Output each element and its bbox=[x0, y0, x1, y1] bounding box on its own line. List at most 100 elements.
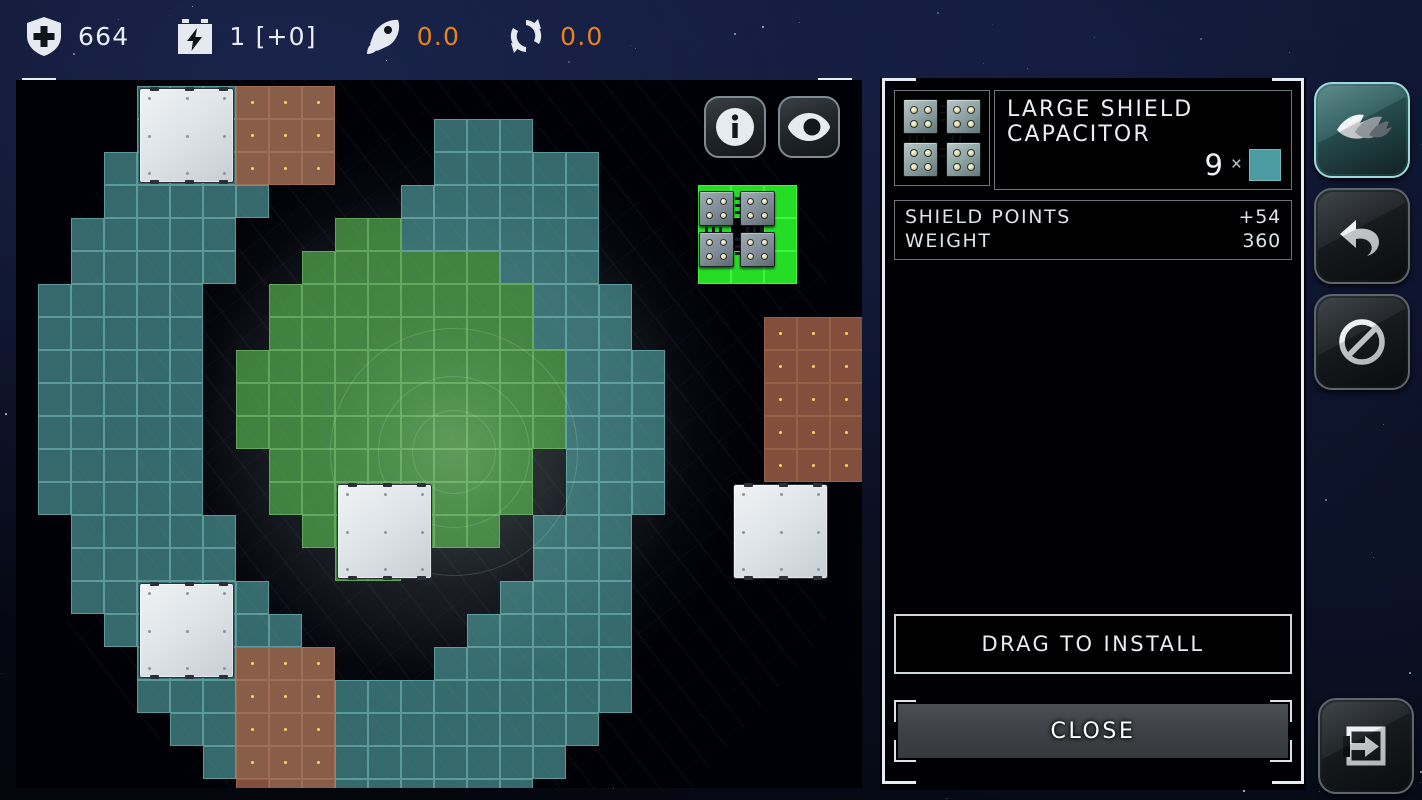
grid-cell[interactable] bbox=[467, 746, 500, 779]
grid-cell[interactable] bbox=[170, 218, 203, 251]
grid-cell[interactable] bbox=[104, 152, 137, 185]
grid-cell[interactable] bbox=[533, 713, 566, 746]
grid-cell[interactable] bbox=[830, 317, 862, 350]
armor-plate-module[interactable] bbox=[139, 582, 234, 679]
grid-cell[interactable] bbox=[500, 152, 533, 185]
info-button[interactable] bbox=[704, 96, 766, 158]
grid-cell[interactable] bbox=[170, 251, 203, 284]
grid-cell[interactable] bbox=[434, 449, 467, 482]
grid-cell[interactable] bbox=[104, 350, 137, 383]
grid-cell[interactable] bbox=[38, 350, 71, 383]
grid-cell[interactable] bbox=[302, 779, 335, 788]
grid-cell[interactable] bbox=[137, 284, 170, 317]
grid-cell[interactable] bbox=[170, 416, 203, 449]
grid-cell[interactable] bbox=[566, 350, 599, 383]
grid-cell[interactable] bbox=[599, 515, 632, 548]
grid-cell[interactable] bbox=[269, 317, 302, 350]
grid-cell[interactable] bbox=[236, 746, 269, 779]
grid-cell[interactable] bbox=[269, 416, 302, 449]
grid-cell[interactable] bbox=[533, 284, 566, 317]
grid-cell[interactable] bbox=[269, 86, 302, 119]
grid-cell[interactable] bbox=[368, 416, 401, 449]
grid-cell[interactable] bbox=[467, 119, 500, 152]
grid-cell[interactable] bbox=[170, 284, 203, 317]
grid-cell[interactable] bbox=[71, 515, 104, 548]
grid-cell[interactable] bbox=[335, 251, 368, 284]
grid-cell[interactable] bbox=[467, 416, 500, 449]
grid-cell[interactable] bbox=[467, 251, 500, 284]
grid-cell[interactable] bbox=[632, 383, 665, 416]
grid-cell[interactable] bbox=[203, 185, 236, 218]
grid-cell[interactable] bbox=[500, 713, 533, 746]
grid-cell[interactable] bbox=[434, 284, 467, 317]
grid-cell[interactable] bbox=[302, 449, 335, 482]
grid-cell[interactable] bbox=[434, 416, 467, 449]
grid-cell[interactable] bbox=[500, 680, 533, 713]
grid-cell[interactable] bbox=[368, 680, 401, 713]
grid-cell[interactable] bbox=[830, 416, 862, 449]
armor-plate-module[interactable] bbox=[337, 483, 432, 580]
grid-cell[interactable] bbox=[500, 746, 533, 779]
grid-cell[interactable] bbox=[566, 449, 599, 482]
grid-cell[interactable] bbox=[434, 779, 467, 788]
grid-cell[interactable] bbox=[566, 416, 599, 449]
grid-cell[interactable] bbox=[236, 383, 269, 416]
grid-cell[interactable] bbox=[137, 317, 170, 350]
grid-cell[interactable] bbox=[104, 581, 137, 614]
grid-cell[interactable] bbox=[71, 416, 104, 449]
grid-cell[interactable] bbox=[104, 416, 137, 449]
grid-cell[interactable] bbox=[566, 581, 599, 614]
grid-cell[interactable] bbox=[401, 680, 434, 713]
grid-cell[interactable] bbox=[335, 383, 368, 416]
grid-cell[interactable] bbox=[335, 449, 368, 482]
grid-cell[interactable] bbox=[500, 416, 533, 449]
grid-cell[interactable] bbox=[335, 746, 368, 779]
grid-cell[interactable] bbox=[599, 647, 632, 680]
grid-cell[interactable] bbox=[566, 383, 599, 416]
grid-cell[interactable] bbox=[71, 449, 104, 482]
grid-cell[interactable] bbox=[500, 218, 533, 251]
grid-cell[interactable] bbox=[500, 119, 533, 152]
grid-cell[interactable] bbox=[434, 218, 467, 251]
grid-cell[interactable] bbox=[236, 647, 269, 680]
grid-cell[interactable] bbox=[599, 449, 632, 482]
grid-cell[interactable] bbox=[137, 449, 170, 482]
grid-cell[interactable] bbox=[764, 383, 797, 416]
ship-grid[interactable] bbox=[16, 80, 862, 788]
grid-cell[interactable] bbox=[236, 713, 269, 746]
grid-cell[interactable] bbox=[335, 713, 368, 746]
grid-cell[interactable] bbox=[368, 449, 401, 482]
grid-cell[interactable] bbox=[797, 416, 830, 449]
grid-cell[interactable] bbox=[500, 251, 533, 284]
grid-cell[interactable] bbox=[137, 383, 170, 416]
grid-cell[interactable] bbox=[302, 680, 335, 713]
grid-cell[interactable] bbox=[797, 350, 830, 383]
grid-cell[interactable] bbox=[71, 218, 104, 251]
grid-cell[interactable] bbox=[434, 746, 467, 779]
grid-cell[interactable] bbox=[170, 449, 203, 482]
grid-cell[interactable] bbox=[335, 218, 368, 251]
grid-cell[interactable] bbox=[764, 449, 797, 482]
grid-cell[interactable] bbox=[236, 614, 269, 647]
grid-cell[interactable] bbox=[203, 713, 236, 746]
grid-cell[interactable] bbox=[533, 152, 566, 185]
grid-cell[interactable] bbox=[368, 746, 401, 779]
undo-button[interactable] bbox=[1314, 188, 1410, 284]
grid-cell[interactable] bbox=[434, 251, 467, 284]
grid-cell[interactable] bbox=[269, 449, 302, 482]
grid-cell[interactable] bbox=[599, 581, 632, 614]
grid-cell[interactable] bbox=[335, 416, 368, 449]
grid-cell[interactable] bbox=[599, 482, 632, 515]
grid-cell[interactable] bbox=[467, 614, 500, 647]
grid-cell[interactable] bbox=[434, 713, 467, 746]
grid-cell[interactable] bbox=[335, 680, 368, 713]
grid-cell[interactable] bbox=[533, 185, 566, 218]
grid-cell[interactable] bbox=[533, 218, 566, 251]
grid-cell[interactable] bbox=[104, 284, 137, 317]
grid-cell[interactable] bbox=[500, 185, 533, 218]
grid-cell[interactable] bbox=[104, 614, 137, 647]
grid-cell[interactable] bbox=[203, 218, 236, 251]
grid-cell[interactable] bbox=[566, 317, 599, 350]
grid-cell[interactable] bbox=[401, 779, 434, 788]
grid-cell[interactable] bbox=[170, 713, 203, 746]
